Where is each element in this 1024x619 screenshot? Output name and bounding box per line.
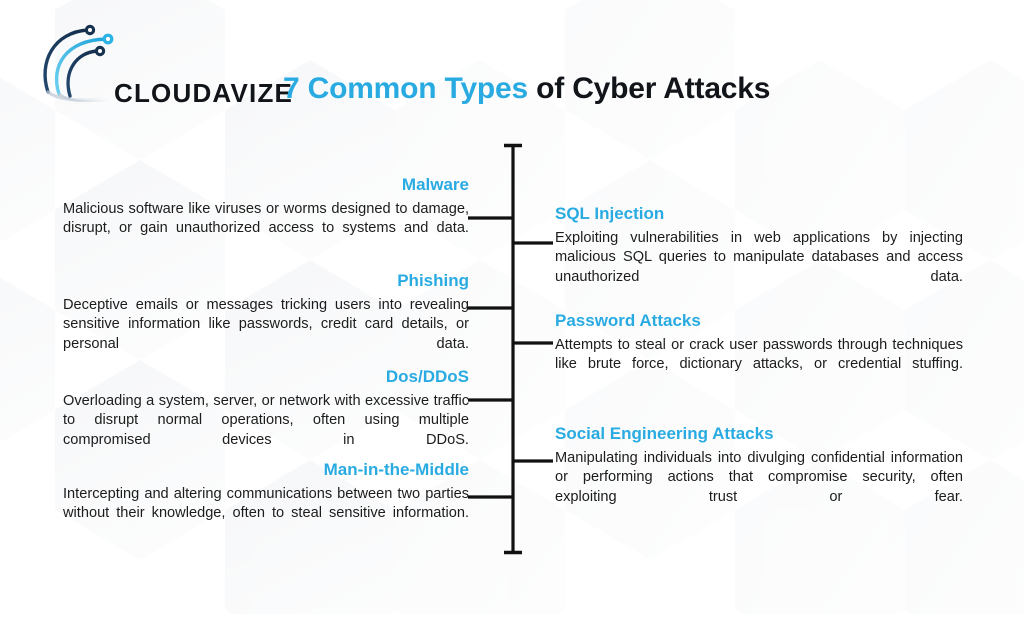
attack-item-password-attacks: Password Attacks Attempts to steal or cr… bbox=[555, 311, 963, 394]
attack-description: Malicious software like viruses or worms… bbox=[63, 200, 469, 237]
attack-item-social-engineering-attacks: Social Engineering Attacks Manipulating … bbox=[555, 424, 963, 526]
attack-title: Man-in-the-Middle bbox=[323, 460, 469, 479]
attack-types-board: Malware Malicious software like viruses … bbox=[0, 0, 1024, 614]
attack-description: Attempts to steal or crack user password… bbox=[555, 336, 963, 373]
attack-title: Password Attacks bbox=[555, 311, 701, 330]
attack-item-sql-injection: SQL Injection Exploiting vulnerabilities… bbox=[555, 204, 963, 306]
attack-description: Deceptive emails or messages tricking us… bbox=[63, 296, 469, 352]
attack-item-dos-ddos: Dos/DDoS Overloading a system, server, o… bbox=[63, 367, 469, 469]
attack-title: SQL Injection bbox=[555, 204, 665, 223]
attack-title: Phishing bbox=[397, 271, 469, 290]
attack-description: Overloading a system, server, or network… bbox=[63, 392, 469, 448]
attack-item-phishing: Phishing Deceptive emails or messages tr… bbox=[63, 271, 469, 373]
attack-title: Malware bbox=[401, 175, 469, 194]
attack-item-malware: Malware Malicious software like viruses … bbox=[63, 175, 469, 258]
attack-item-man-in-the-middle: Man-in-the-Middle Intercepting and alter… bbox=[63, 460, 469, 543]
attack-description: Manipulating individuals into divulging … bbox=[555, 449, 963, 505]
attack-title: Dos/DDoS bbox=[385, 367, 469, 386]
attack-description: Exploiting vulnerabilities in web applic… bbox=[555, 229, 963, 285]
attack-title: Social Engineering Attacks bbox=[555, 424, 774, 443]
attack-description: Intercepting and altering communications… bbox=[63, 485, 469, 522]
